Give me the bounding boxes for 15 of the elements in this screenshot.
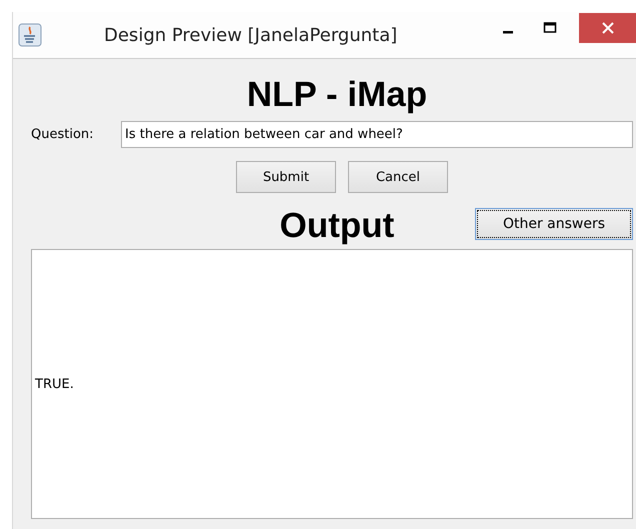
- other-answers-button[interactable]: Other answers: [475, 208, 633, 240]
- app-heading: NLP - iMap: [246, 75, 428, 115]
- window-title: Design Preview [JanelaPergunta]: [104, 24, 398, 46]
- output-text: TRUE.: [35, 376, 74, 392]
- output-area[interactable]: TRUE.: [31, 249, 633, 519]
- cancel-button[interactable]: Cancel: [348, 161, 448, 193]
- maximize-icon: [543, 21, 557, 35]
- question-field[interactable]: Is there a relation between car and wheel?: [121, 121, 633, 148]
- output-heading: Output: [278, 206, 394, 246]
- minimize-icon: [503, 30, 513, 34]
- question-label: Question:: [31, 127, 95, 142]
- close-button[interactable]: [579, 13, 636, 43]
- coffee-cup-icon: [18, 23, 42, 47]
- submit-button[interactable]: Submit: [236, 161, 336, 193]
- close-icon: [601, 21, 615, 35]
